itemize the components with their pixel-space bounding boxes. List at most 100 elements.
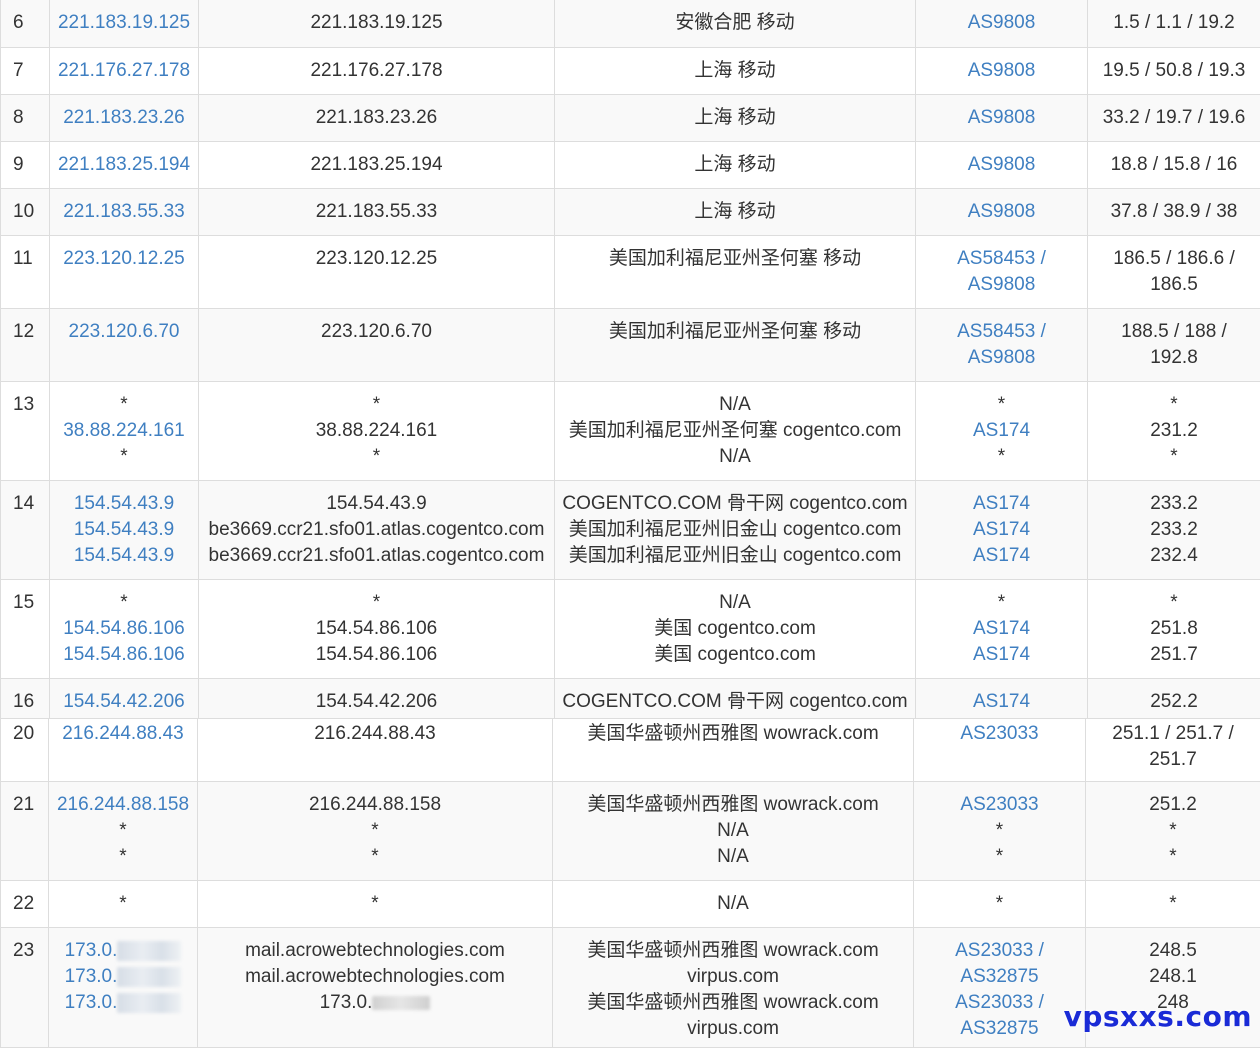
host-cell: 221.183.19.125 xyxy=(199,0,555,48)
ip-address-link[interactable]: 221.183.19.125 xyxy=(58,12,190,33)
asn-cell: AS9808 xyxy=(916,189,1088,236)
table-row: 13*38.88.224.161**38.88.224.161*N/A美国加利福… xyxy=(1,382,1260,481)
asn-link[interactable]: AS9808 xyxy=(968,201,1036,222)
time-cell: *251.8251.7 xyxy=(1088,580,1260,679)
hostname: 173.0. xyxy=(320,992,373,1013)
ip-address-link[interactable]: 173.0. xyxy=(65,992,118,1013)
table-row: 8221.183.23.26221.183.23.26上海 移动AS980833… xyxy=(1,95,1260,142)
location: N/A xyxy=(717,820,749,841)
table-row: 9221.183.25.194221.183.25.194上海 移动AS9808… xyxy=(1,142,1260,189)
hop-number: 7 xyxy=(13,60,24,81)
hop-number: 21 xyxy=(13,794,34,815)
asn-link[interactable]: AS32875 xyxy=(960,1018,1038,1039)
location: 美国加利福尼亚州旧金山 cogentco.com xyxy=(569,519,902,540)
hostname: 154.54.42.206 xyxy=(316,691,438,712)
time-cell: 251.1 / 251.7 / 251.7 xyxy=(1086,719,1260,782)
asn-link[interactable]: AS58453 / xyxy=(957,321,1046,342)
asn-link[interactable]: AS174 xyxy=(973,691,1030,712)
ip-address-link: * xyxy=(120,446,127,467)
location: N/A xyxy=(719,592,751,613)
asn-link[interactable]: AS174 xyxy=(973,545,1030,566)
ip-address-link[interactable]: 223.120.12.25 xyxy=(63,248,185,269)
asn-link[interactable]: AS174 xyxy=(973,420,1030,441)
asn-link[interactable]: AS9808 xyxy=(968,274,1036,295)
hostname: 223.120.6.70 xyxy=(321,321,432,342)
asn-cell: AS9808 xyxy=(916,142,1088,189)
location: 美国华盛顿州西雅图 wowrack.com xyxy=(587,940,878,961)
loc-cell: 安徽合肥 移动 xyxy=(555,0,916,48)
ip-cell: 221.183.25.194 xyxy=(50,142,199,189)
ip-address-link[interactable]: 154.54.43.9 xyxy=(74,519,174,540)
latency: 186.5 / 186.6 / xyxy=(1113,248,1235,269)
ip-address-link[interactable]: 38.88.224.161 xyxy=(63,420,185,441)
asn-cell: AS9808 xyxy=(916,95,1088,142)
ip-address-link[interactable]: 216.244.88.158 xyxy=(57,794,189,815)
hostname: 221.183.25.194 xyxy=(310,154,442,175)
asn-link[interactable]: AS174 xyxy=(973,644,1030,665)
time-cell: 233.2233.2232.4 xyxy=(1088,481,1260,580)
ip-address-link[interactable]: 173.0. xyxy=(65,940,118,961)
asn-cell: *AS174AS174 xyxy=(916,580,1088,679)
asn-cell: *AS174* xyxy=(916,382,1088,481)
redacted-blur xyxy=(117,941,181,961)
ip-cell: 221.183.55.33 xyxy=(50,189,199,236)
ip-address-link[interactable]: 216.244.88.43 xyxy=(62,723,184,744)
asn-link[interactable]: AS58453 / xyxy=(957,248,1046,269)
location: virpus.com xyxy=(687,966,779,987)
asn-cell: AS9808 xyxy=(916,48,1088,95)
ip-address-link[interactable]: 221.183.25.194 xyxy=(58,154,190,175)
table-row: 6221.183.19.125221.183.19.125安徽合肥 移动AS98… xyxy=(1,0,1260,48)
ip-address-link: * xyxy=(119,846,126,867)
asn-link[interactable]: AS9808 xyxy=(968,12,1036,33)
latency: 251.2 xyxy=(1149,794,1197,815)
hop-cell: 11 xyxy=(1,236,50,309)
ip-address-link[interactable]: 221.183.23.26 xyxy=(63,107,185,128)
latency: 251.1 / 251.7 / xyxy=(1112,723,1234,744)
asn-link[interactable]: AS32875 xyxy=(960,966,1038,987)
ip-address-link[interactable]: 154.54.43.9 xyxy=(74,493,174,514)
ip-address-link[interactable]: 221.183.55.33 xyxy=(63,201,185,222)
table-row: 21216.244.88.158**216.244.88.158**美国华盛顿州… xyxy=(1,782,1260,881)
asn-link[interactable]: AS9808 xyxy=(968,347,1036,368)
ip-address-link[interactable]: 154.54.86.106 xyxy=(63,644,185,665)
ip-address-link[interactable]: 154.54.86.106 xyxy=(63,618,185,639)
table-row: 7221.176.27.178221.176.27.178上海 移动AS9808… xyxy=(1,48,1260,95)
location: 美国加利福尼亚州旧金山 cogentco.com xyxy=(569,545,902,566)
ip-address-link[interactable]: 154.54.43.9 xyxy=(74,545,174,566)
asn-link[interactable]: AS174 xyxy=(973,493,1030,514)
asn-link[interactable]: AS23033 / xyxy=(955,940,1044,961)
ip-address-link[interactable]: 223.120.6.70 xyxy=(69,321,180,342)
ip-address-link[interactable]: 173.0. xyxy=(65,966,118,987)
asn-link[interactable]: AS23033 / xyxy=(955,992,1044,1013)
hostname: * xyxy=(373,446,380,467)
ip-cell: 223.120.6.70 xyxy=(50,309,199,382)
latency: 33.2 / 19.7 / 19.6 xyxy=(1103,107,1246,128)
hop-number: 14 xyxy=(13,493,34,514)
location: N/A xyxy=(717,893,749,914)
hostname: 154.54.86.106 xyxy=(316,644,438,665)
hop-cell: 23 xyxy=(1,928,49,1048)
latency: 233.2 xyxy=(1150,519,1198,540)
latency: 251.7 xyxy=(1149,749,1197,770)
hop-cell: 22 xyxy=(1,881,49,928)
ip-address-link: * xyxy=(119,820,126,841)
ip-address-link[interactable]: 221.176.27.178 xyxy=(58,60,190,81)
redacted-blur xyxy=(117,993,181,1013)
asn-link[interactable]: AS174 xyxy=(973,519,1030,540)
asn-link[interactable]: AS9808 xyxy=(968,107,1036,128)
ip-address-link[interactable]: 154.54.42.206 xyxy=(63,691,185,712)
asn-link[interactable]: AS174 xyxy=(973,618,1030,639)
asn-link[interactable]: AS9808 xyxy=(968,60,1036,81)
asn-cell: AS9808 xyxy=(916,0,1088,48)
hop-cell: 15 xyxy=(1,580,50,679)
asn-link[interactable]: AS23033 xyxy=(960,794,1038,815)
loc-cell: 上海 移动 xyxy=(555,189,916,236)
host-cell: mail.acrowebtechnologies.commail.acroweb… xyxy=(198,928,553,1048)
asn-link[interactable]: AS23033 xyxy=(960,723,1038,744)
asn-cell: AS174 AS174 AS174 xyxy=(916,481,1088,580)
loc-cell: 美国加利福尼亚州圣何塞 移动 xyxy=(555,309,916,382)
time-cell: *231.2* xyxy=(1088,382,1260,481)
time-cell: 1.5 / 1.1 / 19.2 xyxy=(1088,0,1260,48)
latency: 19.5 / 50.8 / 19.3 xyxy=(1103,60,1246,81)
asn-link[interactable]: AS9808 xyxy=(968,154,1036,175)
